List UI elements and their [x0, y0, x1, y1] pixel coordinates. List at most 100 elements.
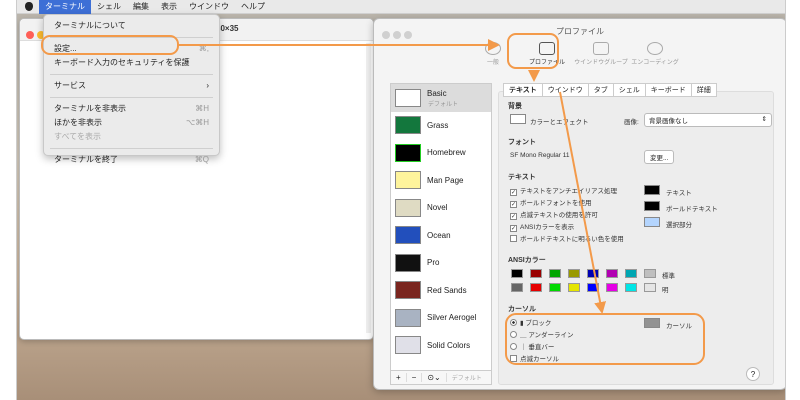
profile-item[interactable]: Man Page — [391, 167, 491, 195]
ansi-color-swatch[interactable] — [549, 269, 561, 278]
ansi-color-swatch[interactable] — [568, 283, 580, 292]
cursor-block-option[interactable]: ▮ ブロック — [510, 317, 551, 327]
menu-shell[interactable]: シェル — [91, 0, 127, 14]
menu-item-hide-terminal[interactable]: ターミナルを非表示 ⌘H — [44, 102, 219, 116]
option-bold-font[interactable]: ✓ ボールドフォントを使用 — [510, 197, 592, 208]
profile-item[interactable]: Silver Aerogel — [391, 304, 491, 332]
checkbox-checked[interactable]: ✓ — [510, 189, 517, 196]
ansi-color-swatch[interactable] — [625, 283, 637, 292]
ansi-color-swatch[interactable] — [530, 283, 542, 292]
profile-item[interactable]: Red Sands — [391, 277, 491, 305]
menu-item-hide-others[interactable]: ほかを非表示 ⌥⌘H — [44, 116, 219, 130]
menu-separator — [50, 74, 213, 75]
menu-edit[interactable]: 編集 — [127, 0, 155, 14]
set-default-button[interactable]: デフォルト — [447, 373, 487, 382]
checkbox-checked[interactable]: ✓ — [510, 225, 517, 232]
checkbox-checked[interactable]: ✓ — [510, 213, 517, 220]
profile-item[interactable]: Solid Colors — [391, 332, 491, 360]
menu-item-quit[interactable]: ターミナルを終了 ⌘Q — [44, 153, 219, 167]
cursor-bar-option[interactable]: ｜ 垂直バー — [510, 341, 554, 351]
profile-thumbnail — [395, 253, 421, 272]
tab-tab[interactable]: タブ — [587, 83, 614, 97]
close-button[interactable] — [26, 31, 34, 39]
menu-help[interactable]: ヘルプ — [235, 0, 271, 14]
profile-item[interactable]: Pro — [391, 249, 491, 277]
option-blink-text[interactable]: ✓ 点滅テキストの使用を許可 — [510, 209, 598, 220]
profile-item[interactable]: Homebrew — [391, 139, 491, 167]
tab-keyboard[interactable]: キーボード — [644, 83, 692, 97]
background-color-well[interactable] — [510, 114, 526, 124]
profile-thumbnail — [395, 198, 421, 217]
tab-text[interactable]: テキスト — [503, 83, 543, 97]
ansi-color-swatch[interactable] — [644, 283, 656, 292]
tab-shell[interactable]: シェル — [612, 83, 646, 97]
radio-unselected[interactable] — [510, 331, 517, 338]
ansi-color-swatch[interactable] — [549, 283, 561, 292]
ansi-color-swatch[interactable] — [587, 283, 599, 292]
toolbar-profiles[interactable]: プロファイル — [520, 39, 574, 66]
profile-item[interactable]: Ocean — [391, 222, 491, 250]
terminal-scrollbar[interactable] — [366, 43, 371, 333]
profile-item[interactable]: Basic デフォルト — [391, 84, 491, 112]
ansi-color-swatch[interactable] — [606, 269, 618, 278]
checkbox-unchecked[interactable] — [510, 355, 517, 362]
cursor-color-well[interactable] — [644, 318, 660, 328]
toolbar-encodings[interactable]: エンコーディング — [628, 39, 682, 66]
text-heading: テキスト — [508, 174, 536, 181]
background-image-label: 画像: — [624, 119, 639, 126]
ansi-color-swatch[interactable] — [511, 269, 523, 278]
tab-window[interactable]: ウインドウ — [541, 83, 589, 97]
ansi-color-swatch[interactable] — [568, 269, 580, 278]
menu-item-show-all[interactable]: すべてを表示 — [44, 130, 219, 144]
bold-text-color-well[interactable] — [644, 201, 660, 211]
ansi-color-swatch[interactable] — [644, 269, 656, 278]
add-profile-button[interactable]: + — [391, 373, 407, 382]
tab-advanced[interactable]: 詳細 — [690, 83, 717, 97]
radio-selected[interactable] — [510, 319, 517, 326]
blink-cursor-option[interactable]: 点滅カーソル — [510, 353, 559, 363]
profile-list-controls: + − ⊙⌄ デフォルト — [390, 371, 492, 385]
selection-color-label: 選択部分 — [666, 222, 692, 229]
radio-unselected[interactable] — [510, 343, 517, 350]
remove-profile-button[interactable]: − — [407, 373, 423, 382]
ansi-color-swatch[interactable] — [530, 269, 542, 278]
option-antialias[interactable]: ✓ テキストをアンチエイリアス処理 — [510, 185, 617, 196]
change-font-button[interactable]: 変更... — [644, 150, 675, 164]
menu-item-settings[interactable]: 設定... ⌘, — [44, 42, 219, 56]
option-ansi-colors[interactable]: ✓ ANSIカラーを表示 — [510, 221, 574, 232]
ansi-color-swatch[interactable] — [511, 283, 523, 292]
profile-thumbnail — [395, 336, 421, 355]
option-bright-bold[interactable]: ボールドテキストに明るい色を使用 — [510, 233, 624, 243]
menu-separator — [50, 97, 213, 98]
default-badge: デフォルト — [428, 102, 459, 108]
ansi-color-swatch[interactable] — [587, 269, 599, 278]
cursor-underline-option[interactable]: ＿ アンダーライン — [510, 329, 574, 339]
profile-item[interactable]: Grass — [391, 112, 491, 140]
toolbar-general[interactable]: 一般 — [466, 39, 520, 66]
ansi-color-swatch[interactable] — [606, 283, 618, 292]
menu-item-about[interactable]: ターミナルについて — [44, 19, 219, 33]
prefs-toolbar: 一般 プロファイル ウインドウグループ エンコーディング — [466, 39, 682, 66]
checkbox-checked[interactable]: ✓ — [510, 201, 517, 208]
profile-item[interactable]: Novel — [391, 194, 491, 222]
selection-color-well[interactable] — [644, 217, 660, 227]
toolbar-window-groups[interactable]: ウインドウグループ — [574, 39, 628, 66]
menu-terminal[interactable]: ターミナル — [39, 0, 91, 14]
menu-item-secure-keyboard[interactable]: キーボード入力のセキュリティを保護 — [44, 56, 219, 70]
help-button[interactable]: ? — [746, 367, 760, 381]
more-actions-button[interactable]: ⊙⌄ — [422, 373, 447, 382]
menu-window[interactable]: ウインドウ — [183, 0, 235, 14]
text-color-well[interactable] — [644, 185, 660, 195]
menu-view[interactable]: 表示 — [155, 0, 183, 14]
window-title: プロファイル — [556, 27, 604, 36]
checkbox-unchecked[interactable] — [510, 235, 517, 242]
apple-icon[interactable] — [25, 2, 33, 11]
cursor-heading: カーソル — [508, 306, 536, 313]
background-image-select[interactable]: 背景画像なし ⇕ — [644, 113, 772, 127]
settings-tabs: テキスト ウインドウ タブ シェル キーボード 詳細 — [503, 83, 717, 97]
bold-text-color-label: ボールドテキスト — [666, 206, 718, 213]
globe-icon — [647, 42, 663, 55]
menu-item-services[interactable]: サービス › — [44, 79, 219, 93]
profile-icon — [539, 42, 555, 55]
ansi-color-swatch[interactable] — [625, 269, 637, 278]
